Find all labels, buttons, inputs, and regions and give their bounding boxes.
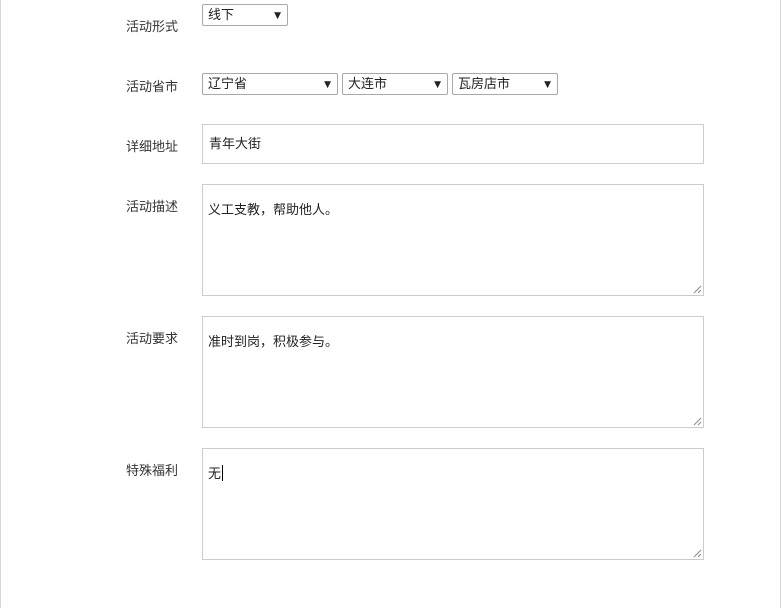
requirements-textarea[interactable]: 准时到岗，积极参与。 (202, 316, 704, 428)
benefits-label: 特殊福利 (126, 464, 179, 479)
resize-grip-icon[interactable] (693, 285, 702, 294)
chevron-down-icon: ▼ (274, 11, 281, 21)
address-label: 详细地址 (126, 140, 179, 155)
province-city-label: 活动省市 (126, 80, 179, 95)
address-input[interactable]: 青年大街 (202, 124, 704, 164)
resize-grip-icon[interactable] (693, 549, 702, 558)
benefits-value-wrap: 无 (208, 465, 224, 484)
city-select[interactable]: 大连市 ▼ (342, 73, 448, 95)
address-value: 青年大街 (209, 137, 262, 152)
chevron-down-icon: ▼ (544, 80, 551, 90)
description-textarea[interactable]: 义工支教，帮助他人。 (202, 184, 704, 296)
province-select[interactable]: 辽宁省 ▼ (202, 73, 338, 95)
benefits-value: 无 (208, 467, 222, 482)
activity-form-value: 线下 (208, 8, 235, 23)
requirements-value: 准时到岗，积极参与。 (208, 335, 339, 350)
province-value: 辽宁省 (208, 77, 248, 92)
chevron-down-icon: ▼ (434, 80, 441, 90)
district-value: 瓦房店市 (458, 77, 511, 92)
description-label: 活动描述 (126, 200, 179, 215)
activity-form-label: 活动形式 (126, 20, 179, 35)
activity-form-select[interactable]: 线下 ▼ (202, 4, 288, 26)
description-value: 义工支教，帮助他人。 (208, 203, 339, 218)
city-value: 大连市 (348, 77, 388, 92)
requirements-label: 活动要求 (126, 332, 179, 347)
district-select[interactable]: 瓦房店市 ▼ (452, 73, 558, 95)
benefits-textarea[interactable]: 无 (202, 448, 704, 560)
resize-grip-icon[interactable] (693, 417, 702, 426)
text-caret (222, 465, 224, 481)
chevron-down-icon: ▼ (324, 80, 331, 90)
form-panel: 活动形式 线下 ▼ 活动省市 辽宁省 ▼ 大连市 ▼ 瓦房店市 ▼ 详细地址 青… (0, 0, 781, 608)
